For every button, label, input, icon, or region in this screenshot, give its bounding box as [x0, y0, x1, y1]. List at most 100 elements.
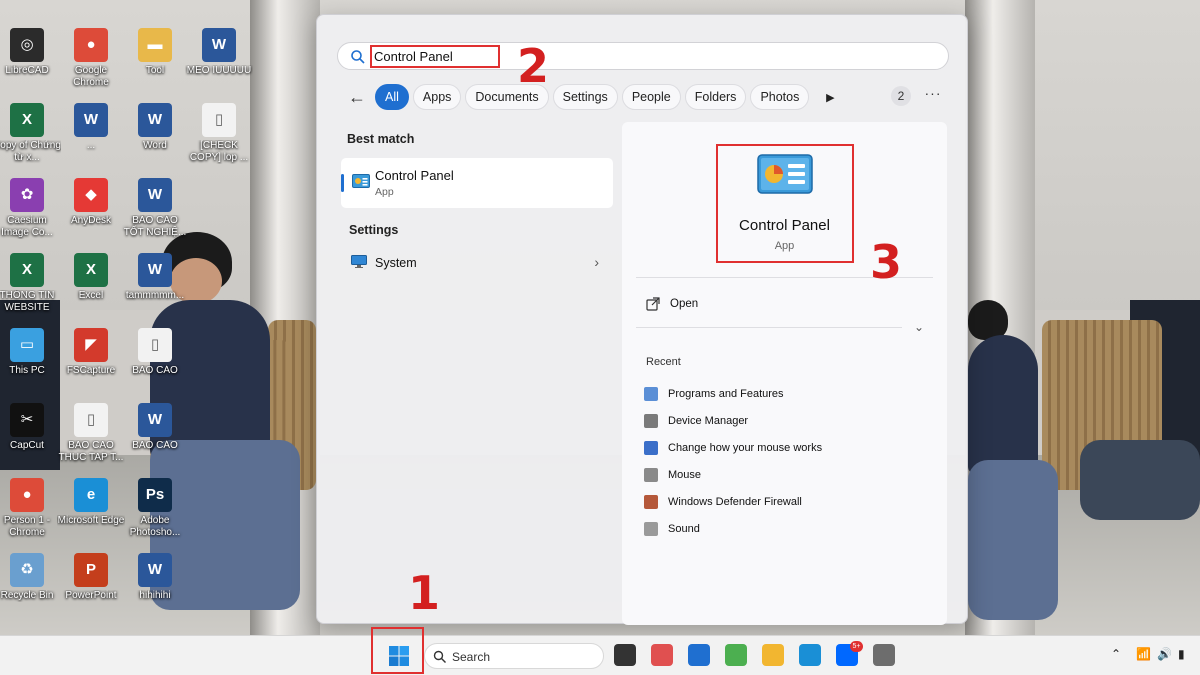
result-count-badge: 2 — [891, 86, 911, 106]
filter-chip-people[interactable]: People — [621, 84, 681, 110]
app-icon: W — [138, 178, 172, 212]
desktop-icon[interactable]: P PowerPoint — [57, 553, 125, 602]
filter-chip-documents[interactable]: Documents — [465, 84, 549, 110]
app-icon: ▯ — [138, 328, 172, 362]
recent-item[interactable]: Change how your mouse works — [644, 434, 822, 461]
app-icon: Ps — [138, 478, 172, 512]
recent-item-icon — [644, 440, 658, 455]
desktop-icon[interactable]: ✂ CapCut — [0, 403, 61, 452]
chevron-down-icon[interactable]: ⌄ — [914, 320, 924, 334]
filter-chip-all[interactable]: All — [375, 84, 409, 110]
coccoc-icon[interactable] — [725, 644, 747, 666]
desktop-icon[interactable]: Ps Adobe Photosho... — [121, 478, 189, 539]
recent-list: Programs and Features Device Manager Chang… — [644, 380, 822, 542]
desktop-icon[interactable]: W MEO IUUUUU — [185, 28, 253, 77]
desktop-icon[interactable]: ♻ Recycle Bin — [0, 553, 61, 602]
app-icon: ✿ — [10, 178, 44, 212]
speaker-icon[interactable]: 🔊 — [1157, 647, 1172, 661]
chevron-right-icon: › — [594, 254, 599, 270]
more-filters-play-icon[interactable]: ▶ — [819, 86, 841, 108]
settings-item-label: System — [375, 256, 417, 270]
settings-result-system[interactable]: System › — [341, 249, 613, 277]
open-external-icon — [646, 297, 660, 311]
taskbar-search-box[interactable]: Search — [424, 643, 604, 669]
recent-item-icon — [644, 386, 658, 401]
wifi-icon[interactable]: 📶 — [1136, 647, 1151, 661]
desktop-icon[interactable]: ▯ [CHECK COPY] lop ... — [185, 103, 253, 164]
desktop-icon[interactable]: ● Person 1 - Chrome — [0, 478, 61, 539]
recent-item-label: Device Manager — [668, 414, 749, 427]
snipping-icon[interactable] — [651, 644, 673, 666]
file-explorer-icon[interactable] — [762, 644, 784, 666]
recent-item-label: Mouse — [668, 468, 702, 481]
filter-chip-apps[interactable]: Apps — [412, 84, 462, 110]
desktop-icon-label: LibreCAD — [5, 65, 49, 76]
app-icon: ▯ — [202, 103, 236, 137]
recent-item[interactable]: Mouse — [644, 461, 822, 488]
app-icon: ▭ — [10, 328, 44, 362]
desktop-icon[interactable]: ◤ FSCapture — [57, 328, 125, 377]
recent-item[interactable]: Device Manager — [644, 407, 822, 434]
best-match-control-panel[interactable]: Control Panel App — [341, 158, 613, 208]
app-icon: X — [74, 253, 108, 287]
filter-chip-photos[interactable]: Photos — [750, 84, 810, 110]
app-icon: W — [138, 403, 172, 437]
desktop-icon-label: MEO IUUUUU — [186, 65, 252, 76]
desktop-icon[interactable]: ✿ Caesium Image Co... — [0, 178, 61, 239]
desktop-icon[interactable]: X Excel — [57, 253, 125, 302]
annotation-box-search — [370, 45, 500, 68]
desktop-icon-label: Recycle Bin — [0, 590, 54, 601]
desktop-icon[interactable]: X Copy of Chứng từ x... — [0, 103, 61, 164]
desktop-icon[interactable]: ◆ AnyDesk — [57, 178, 125, 227]
recent-item[interactable]: Sound — [644, 515, 822, 542]
desktop-icon-label: Word — [143, 140, 167, 151]
desktop-icon[interactable]: W BÁO CÁO — [121, 403, 189, 452]
taskbar-search-placeholder: Search — [452, 650, 491, 664]
store-icon[interactable] — [688, 644, 710, 666]
app-icon: W — [138, 253, 172, 287]
desktop-icon-label: ... — [86, 140, 96, 151]
notification-badge: 5+ — [850, 641, 863, 652]
desktop-icon-label: This PC — [9, 365, 45, 376]
desktop-icon[interactable]: Whihihihi — [121, 553, 189, 602]
desktop-icon[interactable]: ◎ LibreCAD — [0, 28, 61, 77]
task-view-icon[interactable] — [614, 644, 636, 666]
recent-item[interactable]: Programs and Features — [644, 380, 822, 407]
desktop-icon[interactable]: Wtammmmm... — [121, 253, 189, 302]
desktop-icon-label: AnyDesk — [70, 215, 111, 226]
desktop-icon[interactable]: ● Google Chrome — [57, 28, 125, 89]
desktop-icon-label: [CHECK COPY] lop ... — [189, 140, 249, 163]
app-icon: ◎ — [10, 28, 44, 62]
settings-icon[interactable] — [873, 644, 895, 666]
recent-item[interactable]: Windows Defender Firewall — [644, 488, 822, 515]
desktop-icon[interactable]: W... — [57, 103, 125, 152]
battery-icon[interactable]: ▮ — [1178, 647, 1185, 661]
app-icon: ✂ — [10, 403, 44, 437]
desktop-icon-label: Google Chrome — [73, 65, 109, 88]
desktop-icon[interactable]: X THÔNG TIN WEBSITE — [0, 253, 61, 314]
edge-icon[interactable] — [799, 644, 821, 666]
filter-chip-folders[interactable]: Folders — [684, 84, 747, 110]
annotation-step-3: 3 — [870, 235, 903, 289]
app-icon: W — [202, 28, 236, 62]
filter-chip-settings[interactable]: Settings — [552, 84, 618, 110]
more-options-icon[interactable]: ··· — [923, 86, 943, 106]
desktop-icon[interactable]: W BÁO CÁO TỐT NGHIỆ... — [121, 178, 189, 239]
desktop-icon[interactable]: ▭ This PC — [0, 328, 61, 377]
recent-item-icon — [644, 467, 658, 482]
desktop-icon[interactable]: ▯ BAO CAO THUC TAP T... — [57, 403, 125, 464]
recent-item-label: Sound — [668, 522, 700, 535]
desktop-icon[interactable]: e Microsoft Edge — [57, 478, 125, 527]
app-icon: e — [74, 478, 108, 512]
desktop-icon[interactable]: ▬ Tool — [121, 28, 189, 77]
desktop-icon[interactable]: ▯ BÁO CÁO — [121, 328, 189, 377]
desktop-icon-label: THÔNG TIN WEBSITE — [0, 290, 55, 313]
app-icon: W — [74, 103, 108, 137]
chevron-up-icon[interactable]: ⌃ — [1111, 647, 1121, 661]
open-action[interactable]: Open — [646, 294, 698, 314]
app-icon: W — [138, 103, 172, 137]
desktop-icon[interactable]: W Word — [121, 103, 189, 152]
app-icon: ▯ — [74, 403, 108, 437]
annotation-step-1: 1 — [408, 566, 441, 620]
back-arrow-icon[interactable]: ← — [345, 85, 369, 109]
